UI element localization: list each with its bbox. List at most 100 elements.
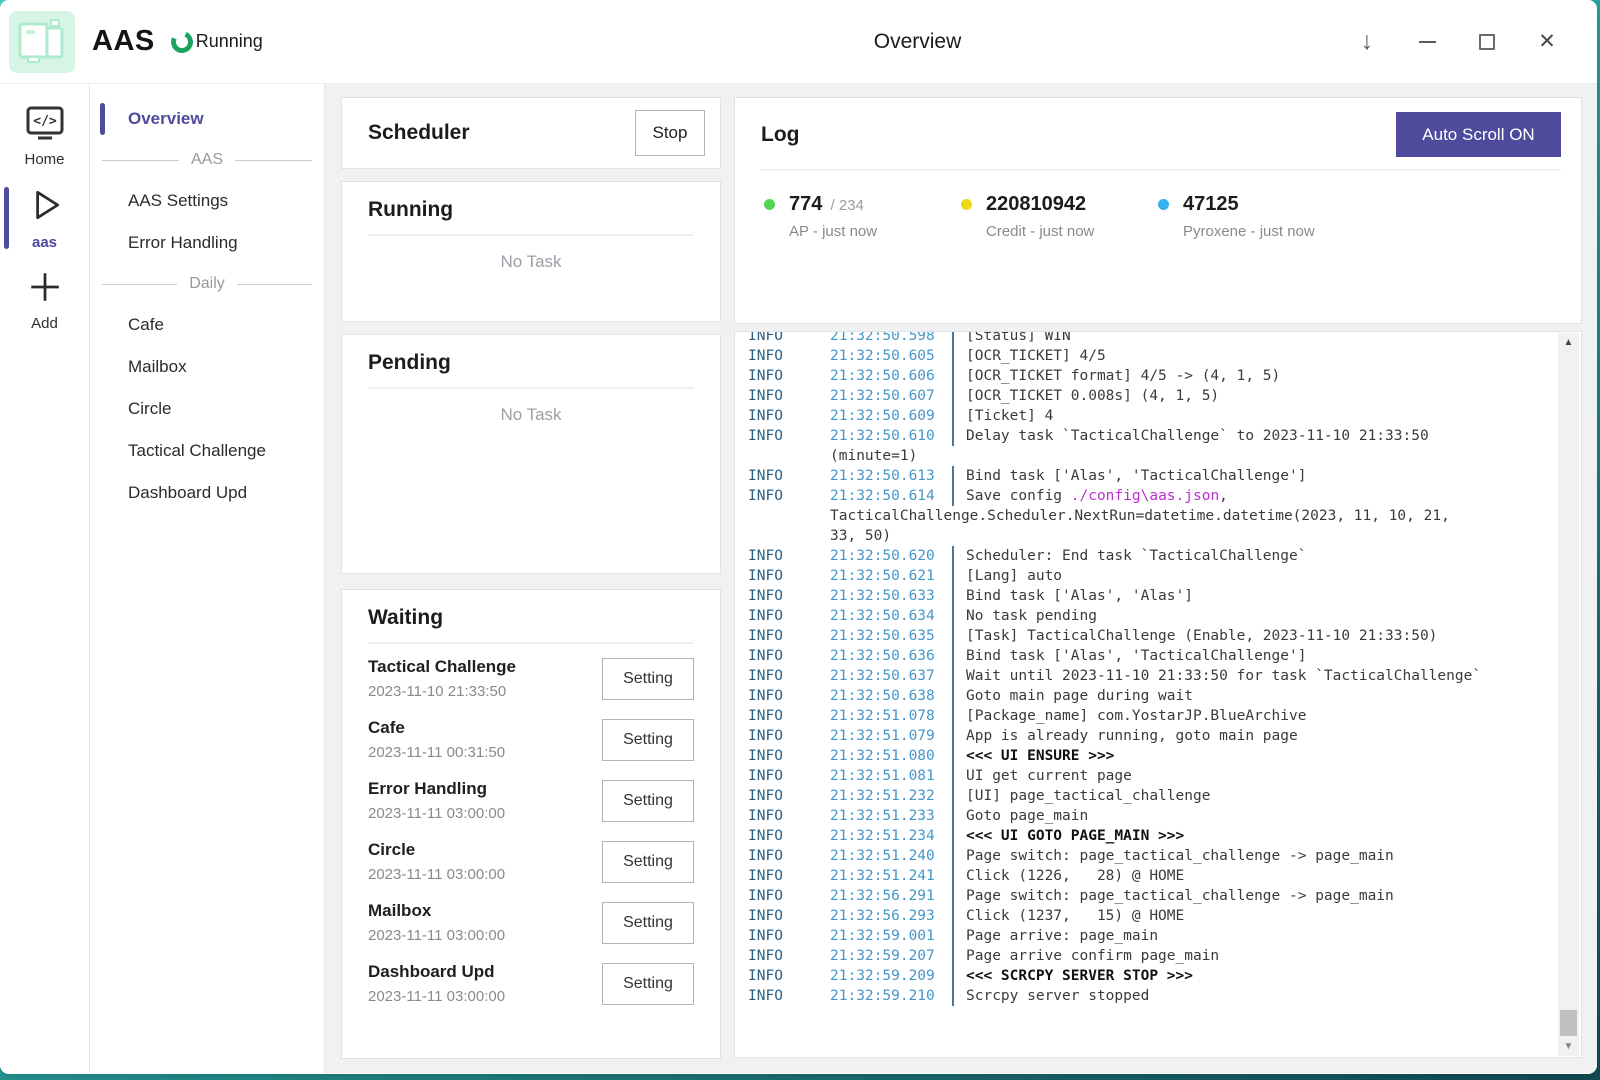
close-button[interactable]: ✕ bbox=[1535, 30, 1559, 54]
divider bbox=[368, 387, 694, 389]
running-panel: Running No Task bbox=[341, 181, 721, 322]
log-level: INFO bbox=[748, 726, 830, 746]
nav-section-label: Daily bbox=[189, 275, 225, 293]
main-content: Scheduler Stop Running No Task Pending N… bbox=[325, 84, 1597, 1073]
maximize-button[interactable] bbox=[1475, 30, 1499, 54]
log-separator bbox=[952, 466, 954, 486]
stat-value: 220810942 bbox=[986, 193, 1155, 216]
log-row: INFO21:32:56.293Click (1237, 15) @ HOME bbox=[748, 906, 1549, 926]
waiting-task-name: Error Handling bbox=[368, 779, 505, 799]
scrollbar-thumb[interactable] bbox=[1560, 1010, 1577, 1036]
setting-button[interactable]: Setting bbox=[602, 658, 694, 700]
log-message: <<< UI GOTO PAGE_MAIN >>> bbox=[966, 826, 1184, 846]
log-time: 21:32:51.081 bbox=[830, 766, 952, 786]
log-message: App is already running, goto main page bbox=[966, 726, 1298, 746]
setting-button[interactable]: Setting bbox=[602, 780, 694, 822]
scheduler-panel: Scheduler Stop bbox=[341, 97, 721, 169]
log-separator bbox=[952, 666, 954, 686]
app-name: AAS bbox=[92, 25, 155, 58]
nav-item-label: Tactical Challenge bbox=[128, 441, 266, 461]
sidebar-item-label: Add bbox=[31, 315, 58, 332]
waiting-task-next-run: 2023-11-11 03:00:00 bbox=[368, 866, 505, 883]
waiting-task-next-run: 2023-11-10 21:33:50 bbox=[368, 683, 516, 700]
log-row: INFO21:32:51.078[Package_name] com.Yosta… bbox=[748, 706, 1549, 726]
log-time: 21:32:50.609 bbox=[830, 406, 952, 426]
sidebar-item-home[interactable]: </>Home bbox=[0, 100, 89, 172]
log-row: INFO21:32:50.598[Status] WIN bbox=[748, 331, 1549, 346]
log-row: INFO21:32:50.614Save config ./config\aas… bbox=[748, 486, 1549, 506]
stat-dot-icon bbox=[1158, 199, 1169, 210]
stat-dot-icon bbox=[764, 199, 775, 210]
log-level: INFO bbox=[748, 786, 830, 806]
waiting-task-name: Circle bbox=[368, 840, 505, 860]
maximize-icon bbox=[1479, 34, 1495, 50]
log-message: 33, 50) bbox=[830, 526, 891, 546]
log-separator bbox=[952, 986, 954, 1006]
log-level: INFO bbox=[748, 666, 830, 686]
log-message: [Task] TacticalChallenge (Enable, 2023-1… bbox=[966, 626, 1437, 646]
nav-item-cafe[interactable]: Cafe bbox=[90, 304, 324, 346]
sidebar-item-add[interactable]: Add bbox=[0, 264, 89, 336]
nav-item-dashboard-upd[interactable]: Dashboard Upd bbox=[90, 472, 324, 514]
minimize-button[interactable] bbox=[1415, 30, 1439, 54]
nav-item-overview[interactable]: Overview bbox=[90, 98, 324, 140]
log-row: INFO21:32:50.609[Ticket] 4 bbox=[748, 406, 1549, 426]
log-level: INFO bbox=[748, 646, 830, 666]
log-time: 21:32:50.614 bbox=[830, 486, 952, 506]
setting-button[interactable]: Setting bbox=[602, 902, 694, 944]
log-message: Goto page_main bbox=[966, 806, 1088, 826]
log-level: INFO bbox=[748, 346, 830, 366]
log-level: INFO bbox=[748, 906, 830, 926]
scrollbar-track[interactable]: ▲ ▼ bbox=[1558, 333, 1579, 1056]
window-controls: ↓ ✕ bbox=[1355, 0, 1559, 83]
log-row: INFO21:32:50.634No task pending bbox=[748, 606, 1549, 626]
log-output-panel: INFO21:32:50.598[Status] WININFO21:32:50… bbox=[734, 331, 1582, 1058]
log-message: Wait until 2023-11-10 21:33:50 for task … bbox=[966, 666, 1481, 686]
waiting-task-next-run: 2023-11-11 03:00:00 bbox=[368, 927, 505, 944]
divider bbox=[368, 642, 694, 644]
sidebar-item-aas[interactable]: aas bbox=[0, 182, 89, 254]
log-time: 21:32:50.598 bbox=[830, 331, 952, 346]
nav-item-tactical-challenge[interactable]: Tactical Challenge bbox=[90, 430, 324, 472]
auto-scroll-toggle[interactable]: Auto Scroll ON bbox=[1396, 112, 1561, 157]
log-separator bbox=[952, 746, 954, 766]
code-monitor-icon: </> bbox=[24, 105, 66, 146]
stop-button[interactable]: Stop bbox=[635, 110, 705, 156]
nav-item-error-handling[interactable]: Error Handling bbox=[90, 222, 324, 264]
log-time: 21:32:51.233 bbox=[830, 806, 952, 826]
scroll-up-arrow-icon[interactable]: ▲ bbox=[1558, 337, 1579, 348]
log-row: INFO21:32:51.081UI get current page bbox=[748, 766, 1549, 786]
log-separator bbox=[952, 786, 954, 806]
log-message: Page switch: page_tactical_challenge -> … bbox=[966, 846, 1394, 866]
log-row: INFO21:32:50.605[OCR_TICKET] 4/5 bbox=[748, 346, 1549, 366]
waiting-task-next-run: 2023-11-11 03:00:00 bbox=[368, 805, 505, 822]
nav-item-label: Error Handling bbox=[128, 233, 238, 253]
log-message: Page arrive confirm page_main bbox=[966, 946, 1219, 966]
nav-item-mailbox[interactable]: Mailbox bbox=[90, 346, 324, 388]
nav-section-label: AAS bbox=[191, 151, 223, 169]
log-row: INFO21:32:51.240Page switch: page_tactic… bbox=[748, 846, 1549, 866]
log-separator bbox=[952, 946, 954, 966]
svg-text:</>: </> bbox=[33, 114, 57, 129]
nav-item-aas-settings[interactable]: AAS Settings bbox=[90, 180, 324, 222]
waiting-task-row: Cafe2023-11-11 00:31:50Setting bbox=[368, 709, 694, 770]
nav-section-daily: Daily bbox=[90, 264, 324, 304]
pending-title: Pending bbox=[368, 351, 694, 375]
update-button[interactable]: ↓ bbox=[1355, 30, 1379, 54]
log-level: INFO bbox=[748, 746, 830, 766]
log-message: Click (1226, 28) @ HOME bbox=[966, 866, 1184, 886]
nav-item-circle[interactable]: Circle bbox=[90, 388, 324, 430]
log-lines: INFO21:32:50.598[Status] WININFO21:32:50… bbox=[748, 331, 1549, 1006]
log-message: Page arrive: page_main bbox=[966, 926, 1158, 946]
setting-button[interactable]: Setting bbox=[602, 963, 694, 1005]
log-time: 21:32:50.635 bbox=[830, 626, 952, 646]
log-panel: Log Auto Scroll ON 774 / 234AP - just no… bbox=[734, 97, 1582, 324]
waiting-task-name: Cafe bbox=[368, 718, 505, 738]
scheduler-status-text: Running bbox=[196, 31, 263, 52]
setting-button[interactable]: Setting bbox=[602, 719, 694, 761]
log-row: INFO21:32:50.635[Task] TacticalChallenge… bbox=[748, 626, 1549, 646]
setting-button[interactable]: Setting bbox=[602, 841, 694, 883]
active-indicator bbox=[100, 103, 105, 135]
log-message: Goto main page during wait bbox=[966, 686, 1193, 706]
scroll-down-arrow-icon[interactable]: ▼ bbox=[1558, 1041, 1579, 1052]
